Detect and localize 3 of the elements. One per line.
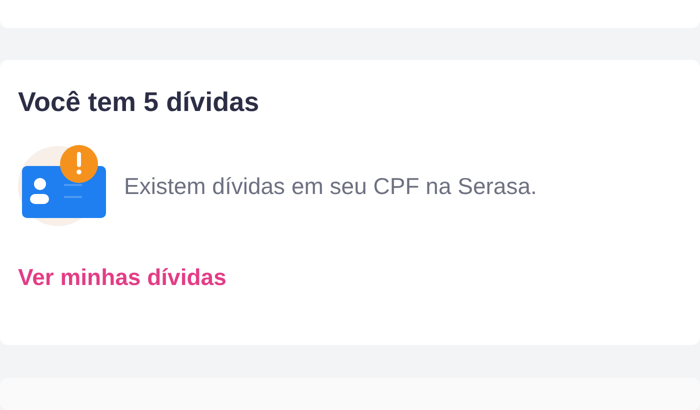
card-title: Você tem 5 dívidas <box>18 86 260 118</box>
view-debts-link[interactable]: Ver minhas dívidas <box>18 264 226 292</box>
debt-message: Existem dívidas em seu CPF na Serasa. <box>124 172 537 200</box>
